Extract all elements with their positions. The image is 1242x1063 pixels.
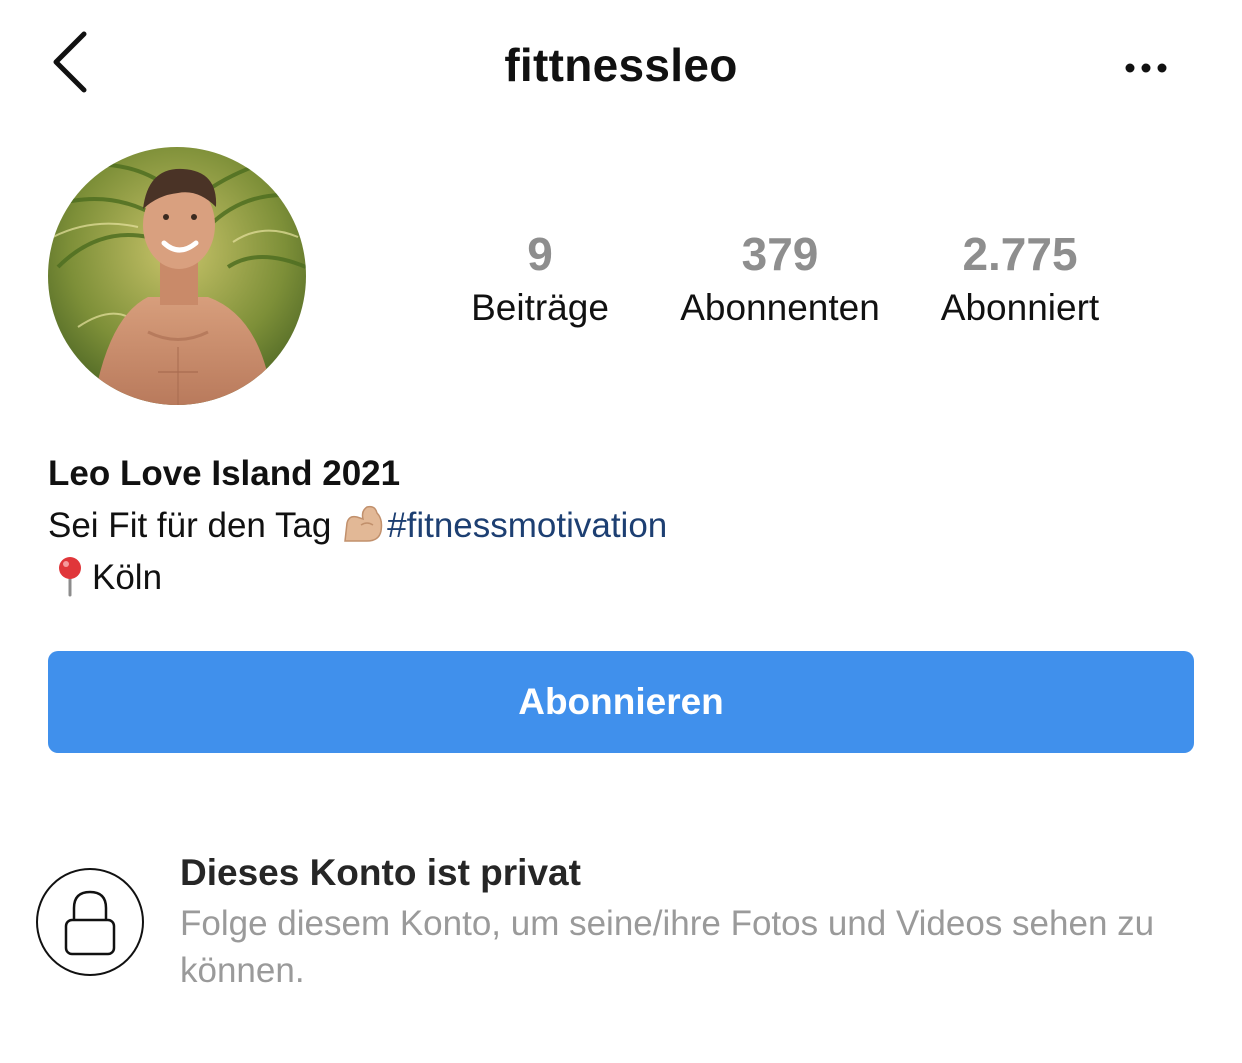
pushpin-icon [59, 557, 81, 597]
stat-followers[interactable]: 379 Abonnenten [650, 222, 910, 330]
private-account-notice: Dieses Konto ist privat Folge diesem Kon… [0, 840, 1242, 1020]
location-line: Köln [48, 552, 1198, 604]
more-options-button[interactable] [1116, 48, 1176, 88]
stat-followers-count: 379 [741, 228, 819, 280]
stat-following-label: Abonniert [940, 287, 1100, 328]
stat-posts-count: 9 [527, 228, 553, 280]
bio-line: Sei Fit für den Tag #fitnessmotivation [48, 500, 1198, 552]
more-horizontal-icon [1125, 63, 1167, 73]
stat-posts-label: Beiträge [471, 287, 609, 328]
follow-button[interactable]: Abonnieren [48, 651, 1194, 753]
private-title: Dieses Konto ist privat [180, 852, 581, 893]
profile-bio: Leo Love Island 2021 Sei Fit für den Tag… [48, 448, 1198, 604]
navigation-bar: fittnessleo [0, 0, 1242, 136]
location-text: Köln [92, 558, 163, 597]
profile-display-name: Leo Love Island 2021 [48, 454, 401, 493]
stat-following[interactable]: 2.775 Abonniert [890, 222, 1150, 330]
hashtag-link[interactable]: #fitnessmotivation [387, 506, 667, 545]
private-description: Folge diesem Konto, um seine/ihre Fotos … [180, 904, 1155, 990]
flexed-biceps-icon [344, 505, 383, 542]
stat-following-count: 2.775 [962, 228, 1078, 280]
lock-icon [64, 890, 116, 956]
profile-username: fittnessleo [504, 39, 738, 91]
stat-posts[interactable]: 9 Beiträge [410, 222, 670, 330]
lock-badge [36, 868, 144, 976]
bio-text: Sei Fit für den Tag [48, 506, 342, 545]
profile-stats: 9 Beiträge 379 Abonnenten 2.775 Abonnier… [0, 222, 1242, 342]
stat-followers-label: Abonnenten [680, 287, 880, 328]
